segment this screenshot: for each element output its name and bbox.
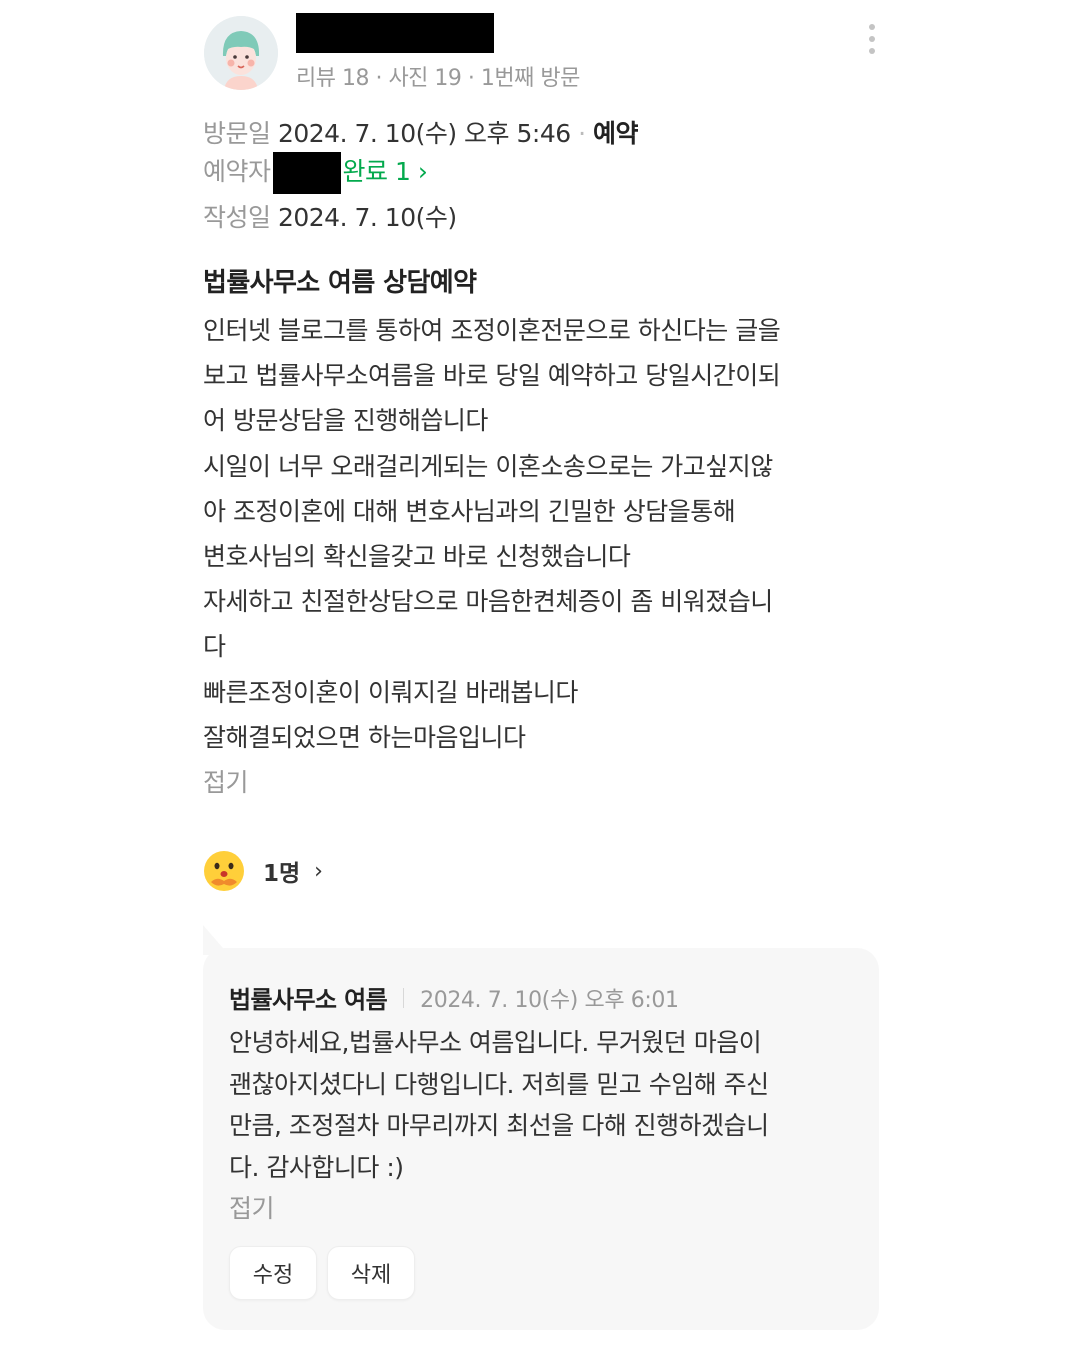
reply-line: 괜찮아지셨다니 다행입니다. 저희를 믿고 수임해 주신 [229, 1069, 769, 1099]
written-date-value: 2024. 7. 10(수) [277, 203, 457, 232]
review-body: 인터넷 블로그를 통하여 조정이혼전문으로 하신다는 글을 보고 법률사무소여름… [203, 308, 873, 805]
reaction-count: 1명 [263, 861, 301, 887]
review-line: 인터넷 블로그를 통하여 조정이혼전문으로 하신다는 글을 [203, 316, 781, 345]
owner-reply-header: 법률사무소 여름 2024. 7. 10(수) 오후 6:01 [229, 980, 679, 1015]
reaction-summary[interactable]: 1명 › [203, 850, 323, 892]
reviewer-stats: 리뷰 18 · 사진 19 · 1번째 방문 [296, 66, 580, 91]
reply-line: 만큼, 조정절차 마무리까지 최선을 다해 진행하겠습니 [229, 1111, 769, 1140]
owner-reply-body: 안녕하세요,법률사무소 여름입니다. 무거웠던 마음이 괜찮아지셨다니 다행입니… [229, 1022, 859, 1230]
review-title: 법률사무소 여름 상담예약 [203, 268, 477, 298]
delete-button[interactable]: 삭제 [327, 1246, 415, 1300]
review-fold-button[interactable]: 접기 [203, 760, 873, 805]
review-line: 아 조정이혼에 대해 변호사님과의 긴밀한 상담을통해 [203, 496, 736, 526]
booker-row: 예약자 완료 1 › [203, 152, 428, 194]
review-line: 시일이 너무 오래걸리게되는 이혼소송으로는 가고싶지않 [203, 451, 773, 481]
booker-label: 예약자 [203, 157, 271, 186]
reviewer-name-redacted [296, 13, 494, 53]
owner-reply-date: 2024. 7. 10(수) 오후 6:01 [420, 987, 679, 1013]
review-line: 잘해결되었으면 하는마음입니다 [203, 722, 526, 752]
booker-name-redacted [272, 152, 341, 194]
visit-date-value: 2024. 7. 10(수) 오후 5:46 [277, 119, 571, 148]
review-line: 보고 법률사무소여름을 바로 당일 예약하고 당일시간이되 [203, 361, 781, 391]
reply-line: 안녕하세요,법률사무소 여름입니다. 무거웠던 마음이 [229, 1028, 762, 1057]
reply-fold-button[interactable]: 접기 [229, 1188, 859, 1230]
review-line: 자세하고 친절한상담으로 마음한켠체증이 좀 비워졌습니 [203, 587, 773, 617]
review-line: 변호사님의 확신을갖고 바로 신청했습니다 [203, 542, 631, 572]
emoji-reaction-icon [204, 851, 244, 891]
owner-name: 법률사무소 여름 [229, 986, 388, 1014]
edit-button[interactable]: 수정 [229, 1246, 317, 1300]
booker-status-link[interactable]: 완료 1 › [343, 157, 428, 186]
written-date-row: 작성일 2024. 7. 10(수) [203, 198, 457, 234]
chevron-right-icon: › [314, 858, 323, 884]
divider [403, 987, 405, 1008]
reply-line: 다. 감사합니다 :) [229, 1152, 404, 1182]
review-line: 빠른조정이혼이 이뤄지길 바래봅니다 [203, 677, 578, 707]
more-vertical-icon[interactable] [862, 22, 882, 56]
written-date-label: 작성일 [203, 203, 271, 232]
visit-date-row: 방문일 2024. 7. 10(수) 오후 5:46 · 예약 [203, 119, 639, 148]
avatar[interactable] [204, 16, 278, 90]
visit-date-label: 방문일 [203, 119, 271, 148]
visit-type: 예약 [593, 119, 639, 148]
review-line: 어 방문상담을 진행해씁니다 [203, 406, 488, 436]
chevron-right-icon: › [417, 157, 428, 186]
review-line: 다 [203, 632, 226, 662]
